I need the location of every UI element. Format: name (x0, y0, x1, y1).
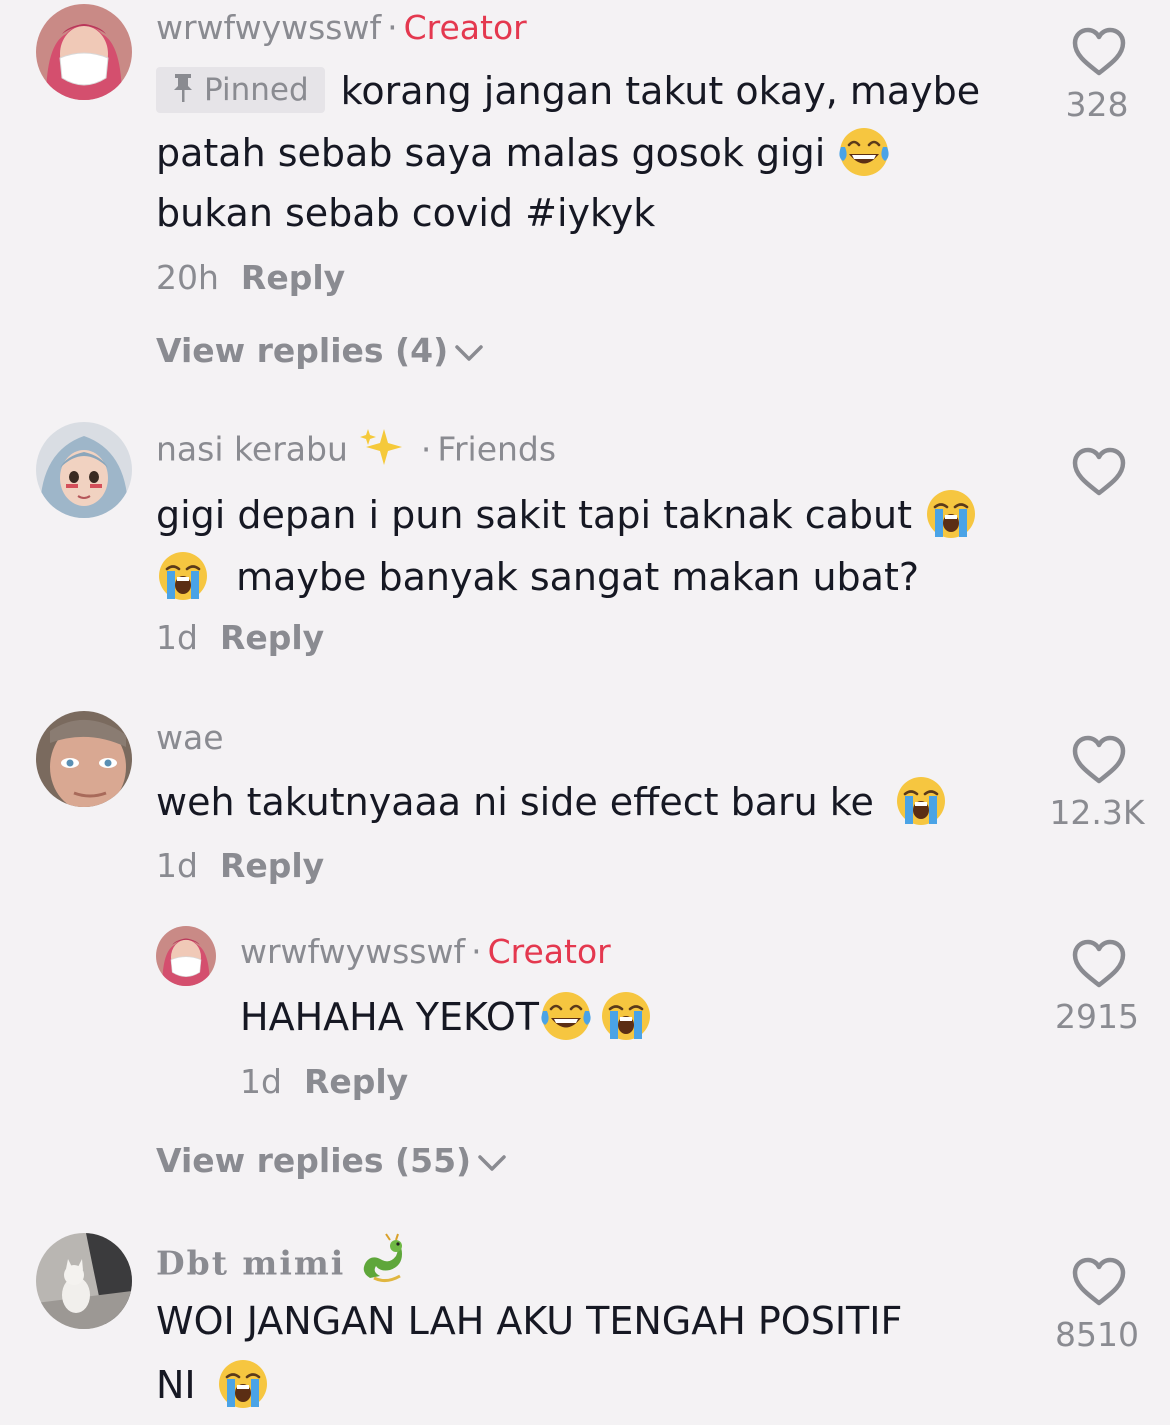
reply-button[interactable]: Reply (220, 846, 324, 885)
loudly-crying-face-icon (924, 487, 978, 541)
heart-outline-icon[interactable] (1071, 446, 1127, 498)
pinned-badge: Pinned (156, 66, 325, 113)
reply-button[interactable]: Reply (220, 618, 324, 657)
creator-badge: Creator (487, 932, 611, 971)
sparkles-icon (360, 429, 403, 465)
comment-username[interactable]: wae (156, 718, 224, 758)
comment-line: WOI JANGAN LAH AKU TENGAH POSITIF (156, 1299, 903, 1343)
comment-text: bukan sebab covid #iykyk (156, 182, 655, 244)
comment-meta: 1d Reply (156, 618, 324, 658)
avatar[interactable] (36, 711, 132, 807)
heart-outline-icon[interactable] (1071, 938, 1127, 990)
timestamp: 1d (156, 618, 198, 657)
separator-dot: · (471, 932, 482, 971)
comment-text: NI (156, 1354, 270, 1416)
timestamp: 1d (156, 846, 198, 885)
comment-text: patah sebab saya malas gosok gigi (156, 122, 891, 184)
reply-button[interactable]: Reply (304, 1062, 408, 1101)
view-replies-label[interactable]: View replies (4) (156, 331, 448, 370)
comment-line: gigi depan i pun sakit tapi taknak cabut (156, 493, 913, 537)
comment-text: gigi depan i pun sakit tapi taknak cabut (156, 484, 978, 546)
comment-line: NI (156, 1363, 196, 1407)
separator-dot: · (387, 8, 398, 47)
view-replies-button[interactable]: View replies (55) (156, 1141, 507, 1181)
timestamp: 1d (240, 1062, 282, 1101)
like-count: 8510 (1055, 1315, 1139, 1354)
pinned-label: Pinned (204, 71, 309, 108)
reply-avatar[interactable] (156, 926, 216, 986)
heart-outline-icon[interactable] (1071, 734, 1127, 786)
like-count: 2915 (1055, 997, 1139, 1036)
username-text[interactable]: wae (156, 718, 224, 757)
timestamp: 20h (156, 258, 219, 297)
loudly-crying-face-icon (156, 549, 210, 603)
avatar[interactable] (36, 4, 132, 100)
reply-meta: 1d Reply (240, 1062, 408, 1102)
comment-line: bukan sebab covid #iykyk (156, 191, 656, 235)
heart-outline-icon[interactable] (1071, 26, 1127, 78)
reply-username[interactable]: wrwfwywsswf · Creator (240, 932, 611, 972)
loudly-crying-face-icon (216, 1357, 270, 1411)
comment-username[interactable]: Dbt mimi (156, 1233, 410, 1292)
pin-icon (174, 74, 192, 102)
comment-line: patah sebab saya malas gosok gigi (156, 131, 826, 175)
username-text[interactable]: wrwfwywsswf (156, 8, 381, 47)
like-count: 12.3K (1049, 793, 1145, 832)
comment-text: WOI JANGAN LAH AKU TENGAH POSITIF (156, 1290, 902, 1352)
friends-badge: Friends (437, 429, 557, 469)
comment-text: Pinned korang jangan takut okay, maybe (156, 60, 980, 122)
reply-button[interactable]: Reply (241, 258, 345, 297)
chevron-down-icon (477, 1153, 507, 1173)
comment-line: weh takutnyaaa ni side effect baru ke (156, 780, 874, 824)
comment-username[interactable]: nasi kerabu · Friends (156, 428, 556, 474)
comment-text: maybe banyak sangat makan ubat? (156, 546, 919, 608)
separator-dot: · (420, 429, 432, 469)
username-text[interactable]: nasi kerabu (156, 430, 348, 469)
reply-text: HAHAHA YEKOT (240, 986, 653, 1048)
loudly-crying-face-icon (894, 774, 948, 828)
view-replies-label[interactable]: View replies (55) (156, 1141, 471, 1180)
comment-meta: 20h Reply (156, 258, 345, 298)
comment-line: korang jangan takut okay, maybe (340, 69, 981, 113)
comment-line: maybe banyak sangat makan ubat? (236, 555, 920, 599)
creator-badge: Creator (403, 8, 527, 47)
username-text[interactable]: wrwfwywsswf (240, 932, 465, 971)
comment-text: weh takutnyaaa ni side effect baru ke (156, 771, 948, 833)
heart-outline-icon[interactable] (1071, 1256, 1127, 1308)
like-count: 328 (1065, 85, 1129, 124)
comment-meta: 1d Reply (156, 846, 324, 886)
avatar[interactable] (36, 422, 132, 518)
username-text[interactable]: Dbt mimi (156, 1244, 345, 1283)
comment-username[interactable]: wrwfwywsswf · Creator (156, 8, 527, 48)
avatar[interactable] (36, 1233, 132, 1329)
loudly-crying-face-icon (599, 989, 653, 1043)
view-replies-button[interactable]: View replies (4) (156, 331, 484, 371)
face-with-tears-of-joy-icon (837, 125, 891, 179)
chevron-down-icon (454, 343, 484, 363)
comment-line: HAHAHA YEKOT (240, 995, 539, 1039)
face-with-tears-of-joy-icon (539, 989, 593, 1043)
dragon-icon (363, 1233, 402, 1283)
